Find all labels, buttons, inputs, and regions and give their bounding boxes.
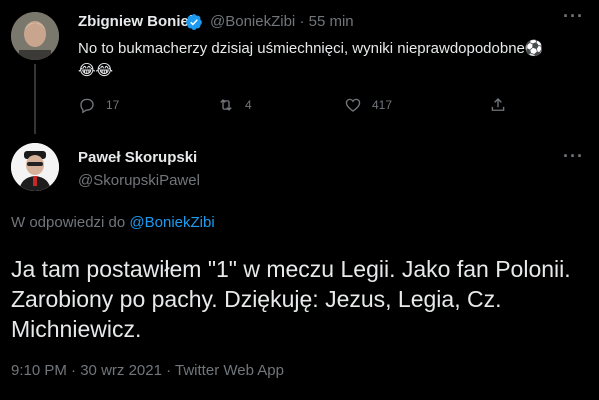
main-author-avatar[interactable]: [11, 143, 59, 191]
parent-author-avatar[interactable]: [11, 12, 59, 60]
more-icon[interactable]: ···: [563, 6, 584, 27]
thread-connector-line: [34, 64, 36, 134]
reply-context: W odpowiedzi do @BoniekZibi: [11, 214, 215, 231]
main-author-handle[interactable]: @SkorupskiPawel: [78, 172, 200, 189]
main-tweet-text: Ja tam postawiłem "1" w meczu Legii. Jak…: [11, 256, 571, 342]
parent-tweet-text: No to bukmacherzy dzisiaj uśmiechnięci, …: [78, 40, 525, 57]
retweet-icon: [220, 99, 232, 111]
meta-separator: ·: [166, 362, 172, 379]
more-icon[interactable]: ···: [563, 146, 584, 167]
retweet-button[interactable]: 4: [217, 96, 252, 114]
like-count: 417: [372, 98, 393, 112]
share-button[interactable]: [489, 96, 507, 114]
verified-badge-icon: [185, 13, 203, 31]
share-icon: [491, 98, 505, 111]
like-button[interactable]: 417: [344, 96, 392, 114]
retweet-count: 4: [245, 98, 252, 112]
reply-context-prefix: W odpowiedzi do: [11, 214, 130, 231]
reply-icon: [80, 98, 94, 114]
parent-tweet-text-block: No to bukmacherzy dzisiaj uśmiechnięci, …: [78, 38, 548, 82]
reply-context-mention-link[interactable]: @BoniekZibi: [129, 214, 214, 231]
parent-author-handle[interactable]: @BoniekZibi: [210, 13, 295, 30]
parent-timestamp[interactable]: 55 min: [309, 13, 354, 30]
tweet-source: Twitter Web App: [175, 362, 284, 379]
main-author-name[interactable]: Paweł Skorupski: [78, 149, 197, 166]
reply-count: 17: [106, 98, 120, 112]
tweet-date[interactable]: 30 wrz 2021: [80, 362, 162, 379]
parent-author-name[interactable]: Zbigniew Boniek: [78, 13, 197, 30]
handle-separator: ·: [299, 13, 305, 30]
tweet-metadata: 9:10 PM · 30 wrz 2021 · Twitter Web App: [11, 362, 284, 379]
reply-button[interactable]: 17: [78, 96, 119, 114]
parent-author-handle-line: @BoniekZibi · 55 min: [210, 13, 354, 30]
meta-separator: ·: [71, 362, 77, 379]
heart-icon: [345, 98, 361, 112]
tweet-time[interactable]: 9:10 PM: [11, 362, 67, 379]
